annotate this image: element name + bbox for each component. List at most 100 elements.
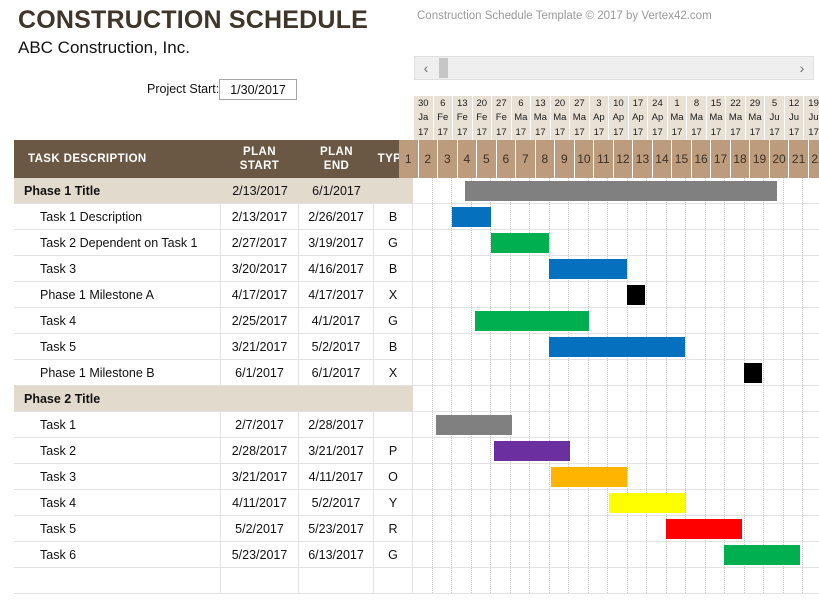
table-row[interactable]: Task 3 3/21/2017 4/11/2017 O bbox=[14, 464, 819, 490]
cell-plan-end[interactable] bbox=[299, 568, 374, 593]
cell-plan-start[interactable]: 5/23/2017 bbox=[221, 542, 299, 567]
cell-plan-end[interactable]: 4/16/2017 bbox=[299, 256, 374, 281]
cell-type[interactable]: O bbox=[374, 464, 413, 489]
cell-task-description[interactable]: Task 4 bbox=[14, 490, 221, 515]
table-row[interactable]: Task 2 2/28/2017 3/21/2017 P bbox=[14, 438, 819, 464]
cell-type[interactable] bbox=[374, 178, 413, 203]
cell-plan-start[interactable]: 2/7/2017 bbox=[221, 412, 299, 437]
cell-plan-start[interactable]: 2/25/2017 bbox=[221, 308, 299, 333]
cell-plan-start[interactable]: 2/28/2017 bbox=[221, 438, 299, 463]
phase-row[interactable]: Phase 2 Title bbox=[14, 386, 819, 412]
cell-plan-start[interactable]: 3/20/2017 bbox=[221, 256, 299, 281]
table-row[interactable]: Task 5 5/2/2017 5/23/2017 R bbox=[14, 516, 819, 542]
cell-plan-end[interactable]: 2/26/2017 bbox=[299, 204, 374, 229]
scroll-right-icon[interactable]: › bbox=[791, 57, 813, 79]
gantt-bar[interactable] bbox=[724, 545, 800, 565]
table-row[interactable]: Task 6 5/23/2017 6/13/2017 G bbox=[14, 542, 819, 568]
timeline-scrollbar[interactable]: ‹ › bbox=[414, 56, 814, 80]
cell-plan-end[interactable]: 2/28/2017 bbox=[299, 412, 374, 437]
table-row[interactable]: Task 4 4/11/2017 5/2/2017 Y bbox=[14, 490, 819, 516]
cell-plan-end[interactable]: 3/21/2017 bbox=[299, 438, 374, 463]
cell-plan-end[interactable]: 4/1/2017 bbox=[299, 308, 374, 333]
cell-type[interactable]: P bbox=[374, 438, 413, 463]
cell-plan-end[interactable]: 6/13/2017 bbox=[299, 542, 374, 567]
cell-type[interactable]: G bbox=[374, 542, 413, 567]
cell-type[interactable]: X bbox=[374, 282, 413, 307]
cell-plan-start[interactable] bbox=[221, 568, 299, 593]
gantt-bar[interactable] bbox=[627, 285, 645, 305]
cell-plan-start[interactable]: 5/2/2017 bbox=[221, 516, 299, 541]
table-row[interactable]: Task 5 3/21/2017 5/2/2017 B bbox=[14, 334, 819, 360]
cell-plan-end[interactable]: 5/23/2017 bbox=[299, 516, 374, 541]
gantt-bar[interactable] bbox=[744, 363, 762, 383]
cell-task-description[interactable]: Task 3 bbox=[14, 464, 221, 489]
cell-plan-start[interactable]: 3/21/2017 bbox=[221, 334, 299, 359]
gantt-bar[interactable] bbox=[551, 467, 627, 487]
cell-plan-end[interactable]: 4/11/2017 bbox=[299, 464, 374, 489]
project-start-input[interactable]: 1/30/2017 bbox=[219, 79, 297, 100]
cell-plan-end[interactable]: 3/19/2017 bbox=[299, 230, 374, 255]
gantt-bar[interactable] bbox=[436, 415, 512, 435]
gantt-bar[interactable] bbox=[666, 519, 742, 539]
cell-plan-start[interactable]: 4/11/2017 bbox=[221, 490, 299, 515]
gantt-bar[interactable] bbox=[494, 441, 570, 461]
table-row[interactable]: Task 1 2/7/2017 2/28/2017 bbox=[14, 412, 819, 438]
cell-plan-end[interactable]: 5/2/2017 bbox=[299, 490, 374, 515]
cell-task-description[interactable]: Phase 1 Milestone A bbox=[14, 282, 221, 307]
cell-task-description[interactable]: Task 6 bbox=[14, 542, 221, 567]
gantt-bar[interactable] bbox=[452, 207, 491, 227]
cell-task-description[interactable]: Task 3 bbox=[14, 256, 221, 281]
table-row[interactable]: Task 4 2/25/2017 4/1/2017 G bbox=[14, 308, 819, 334]
scroll-left-icon[interactable]: ‹ bbox=[415, 57, 437, 79]
cell-plan-start[interactable]: 2/13/2017 bbox=[221, 178, 299, 203]
cell-plan-start[interactable]: 4/17/2017 bbox=[221, 282, 299, 307]
gantt-row bbox=[413, 386, 819, 411]
cell-type[interactable]: Y bbox=[374, 490, 413, 515]
cell-plan-end[interactable]: 5/2/2017 bbox=[299, 334, 374, 359]
cell-task-description[interactable]: Task 5 bbox=[14, 516, 221, 541]
cell-task-description[interactable]: Task 5 bbox=[14, 334, 221, 359]
gantt-bar[interactable] bbox=[491, 233, 549, 253]
cell-plan-start[interactable] bbox=[221, 386, 299, 411]
cell-plan-end[interactable] bbox=[299, 386, 374, 411]
cell-plan-start[interactable]: 6/1/2017 bbox=[221, 360, 299, 385]
scrollbar-thumb[interactable] bbox=[439, 58, 448, 78]
cell-type[interactable] bbox=[374, 412, 413, 437]
cell-type[interactable]: B bbox=[374, 334, 413, 359]
table-row[interactable] bbox=[14, 568, 819, 594]
table-row[interactable]: Task 3 3/20/2017 4/16/2017 B bbox=[14, 256, 819, 282]
cell-task-description[interactable] bbox=[14, 568, 221, 593]
phase-row[interactable]: Phase 1 Title 2/13/2017 6/1/2017 bbox=[14, 178, 819, 204]
cell-type[interactable]: R bbox=[374, 516, 413, 541]
table-row[interactable]: Phase 1 Milestone A 4/17/2017 4/17/2017 X bbox=[14, 282, 819, 308]
cell-task-description[interactable]: Phase 1 Title bbox=[14, 178, 221, 203]
table-row[interactable]: Task 1 Description 2/13/2017 2/26/2017 B bbox=[14, 204, 819, 230]
cell-type[interactable]: G bbox=[374, 308, 413, 333]
cell-task-description[interactable]: Task 2 Dependent on Task 1 bbox=[14, 230, 221, 255]
table-row[interactable]: Phase 1 Milestone B 6/1/2017 6/1/2017 X bbox=[14, 360, 819, 386]
cell-type[interactable]: X bbox=[374, 360, 413, 385]
cell-type[interactable] bbox=[374, 568, 413, 593]
cell-plan-end[interactable]: 6/1/2017 bbox=[299, 178, 374, 203]
cell-plan-end[interactable]: 6/1/2017 bbox=[299, 360, 374, 385]
cell-type[interactable]: G bbox=[374, 230, 413, 255]
cell-type[interactable] bbox=[374, 386, 413, 411]
gantt-bar[interactable] bbox=[465, 181, 777, 201]
cell-task-description[interactable]: Task 1 bbox=[14, 412, 221, 437]
gantt-bar[interactable] bbox=[609, 493, 685, 513]
gantt-bar[interactable] bbox=[475, 311, 589, 331]
cell-task-description[interactable]: Task 2 bbox=[14, 438, 221, 463]
cell-type[interactable]: B bbox=[374, 204, 413, 229]
cell-plan-start[interactable]: 2/27/2017 bbox=[221, 230, 299, 255]
cell-plan-end[interactable]: 4/17/2017 bbox=[299, 282, 374, 307]
cell-task-description[interactable]: Task 4 bbox=[14, 308, 221, 333]
cell-task-description[interactable]: Phase 2 Title bbox=[14, 386, 221, 411]
gantt-bar[interactable] bbox=[549, 259, 627, 279]
table-row[interactable]: Task 2 Dependent on Task 1 2/27/2017 3/19/… bbox=[14, 230, 819, 256]
cell-task-description[interactable]: Phase 1 Milestone B bbox=[14, 360, 221, 385]
gantt-bar[interactable] bbox=[549, 337, 685, 357]
cell-type[interactable]: B bbox=[374, 256, 413, 281]
cell-task-description[interactable]: Task 1 Description bbox=[14, 204, 221, 229]
cell-plan-start[interactable]: 2/13/2017 bbox=[221, 204, 299, 229]
cell-plan-start[interactable]: 3/21/2017 bbox=[221, 464, 299, 489]
